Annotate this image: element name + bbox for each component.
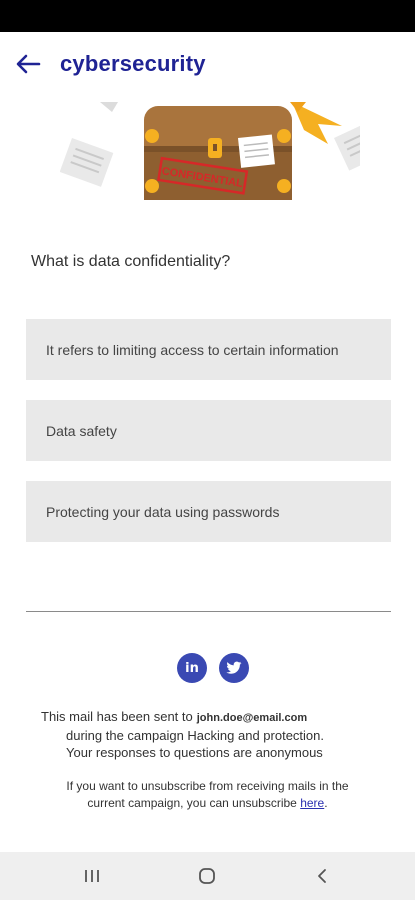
linkedin-button[interactable]: in [177,653,207,683]
linkedin-icon: in [185,660,199,676]
page-title: cybersecurity [60,51,206,76]
recents-icon [85,870,99,882]
twitter-icon [226,661,242,674]
unsubscribe-period: . [324,796,328,810]
unsubscribe-text: If you want to unsubscribe from receivin… [0,778,415,812]
status-bar [0,0,415,32]
mail-prefix: This mail has been sent to [41,709,193,724]
answer-option-label: Protecting your data using passwords [46,503,280,520]
paper-right-icon [334,119,390,171]
chevron-left-icon [318,869,326,883]
home-icon [199,868,215,884]
system-navigation-bar [0,852,415,900]
unsubscribe-line-1: If you want to unsubscribe from receivin… [66,779,349,793]
mail-info: This mail has been sent to john.doe@email… [0,708,415,761]
answer-option-2[interactable]: Data safety [26,400,391,461]
answer-option-3[interactable]: Protecting your data using passwords [26,481,391,542]
mail-sent-line: This mail has been sent to john.doe@email… [0,708,415,727]
home-button[interactable] [187,864,227,888]
unsubscribe-line-2: current campaign, you can unsubscribe he… [0,795,415,812]
confidential-briefcase-icon: CONFIDENTIAL [144,106,292,200]
answer-option-label: Data safety [46,422,117,439]
divider [26,611,391,612]
unsubscribe-link[interactable]: here [300,796,324,810]
answer-option-label: It refers to limiting access to certain … [46,341,339,358]
anonymous-line: Your responses to questions are anonymou… [66,745,323,760]
recipient-email: john.doe@email.com [196,712,308,724]
hero-illustration: CONFIDENTIAL [59,100,390,200]
arrow-left-icon [16,54,41,74]
paper-left-icon [59,138,114,187]
unsubscribe-line-2-text: current campaign, you can unsubscribe [87,796,297,810]
recents-button[interactable] [72,864,112,888]
quiz-question: What is data confidentiality? [31,253,231,270]
campaign-line: during the campaign Hacking and protecti… [66,728,324,743]
app-bar: cybersecurity [0,32,415,96]
twitter-button[interactable] [219,653,249,683]
answer-option-1[interactable]: It refers to limiting access to certain … [26,319,391,380]
back-button[interactable] [4,40,52,88]
system-back-button[interactable] [302,864,342,888]
